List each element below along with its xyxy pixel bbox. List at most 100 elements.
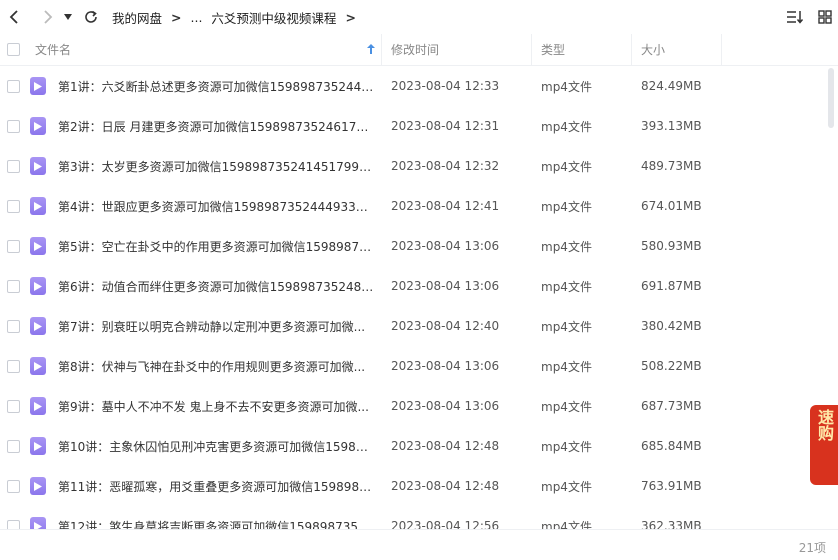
file-row[interactable]: 第3讲：太岁更多资源可加微信1598987352414517992.... 20…	[0, 146, 838, 186]
file-row[interactable]: 第2讲：日辰 月建更多资源可加微信1598987352461754... 202…	[0, 106, 838, 146]
file-size: 362.33MB	[641, 519, 702, 529]
row-icon-cell	[26, 317, 58, 335]
row-icon-cell	[26, 117, 58, 135]
file-name[interactable]: 第5讲：空亡在卦爻中的作用更多资源可加微信15989873...	[58, 238, 382, 255]
row-checkbox[interactable]	[6, 79, 20, 93]
file-size: 674.01MB	[641, 199, 702, 213]
file-name[interactable]: 第3讲：太岁更多资源可加微信1598987352414517992....	[58, 158, 382, 175]
file-name[interactable]: 第12讲：煞生身莫将吉断更多资源可加微信1598987352...	[58, 518, 382, 530]
column-header-name[interactable]: 文件名	[26, 33, 382, 66]
row-checkbox[interactable]	[6, 399, 20, 413]
column-header-time[interactable]: 修改时间	[382, 33, 532, 66]
video-file-icon	[30, 357, 46, 375]
row-checkbox[interactable]	[6, 119, 20, 133]
grid-icon	[818, 10, 832, 24]
select-all-checkbox[interactable]	[6, 43, 20, 56]
file-size: 380.42MB	[641, 319, 702, 333]
row-check-cell	[0, 359, 26, 373]
row-icon-cell	[26, 197, 58, 215]
file-name[interactable]: 第2讲：日辰 月建更多资源可加微信1598987352461754...	[58, 118, 382, 135]
file-name[interactable]: 第8讲：伏神与飞神在卦爻中的作用规则更多资源可加微...	[58, 358, 382, 375]
chevron-right-icon	[44, 10, 53, 24]
file-modified-time: 2023-08-04 13:06	[391, 399, 500, 413]
row-checkbox[interactable]	[6, 159, 20, 173]
history-dropdown[interactable]	[60, 4, 76, 30]
column-header-size[interactable]: 大小	[632, 33, 722, 66]
file-type: mp4文件	[541, 159, 592, 174]
row-checkbox[interactable]	[6, 439, 20, 453]
row-checkbox[interactable]	[6, 519, 20, 529]
play-icon	[34, 81, 42, 91]
breadcrumb-root[interactable]: 我的网盘	[112, 8, 162, 27]
view-grid-button[interactable]	[814, 6, 836, 28]
file-row[interactable]: 第4讲：世跟应更多资源可加微信159898735244493347... 202…	[0, 186, 838, 226]
status-footer: 21项	[0, 529, 838, 560]
file-name[interactable]: 第1讲：六爻断卦总述更多资源可加微信1598987352444...	[58, 78, 382, 95]
row-checkbox[interactable]	[6, 319, 20, 333]
promo-text: 速购	[815, 409, 834, 441]
file-modified-time: 2023-08-04 13:06	[391, 279, 500, 293]
file-name[interactable]: 第9讲：墓中人不冲不发 鬼上身不去不安更多资源可加微...	[58, 398, 382, 415]
sort-menu-button[interactable]	[784, 6, 806, 28]
file-row[interactable]: 第9讲：墓中人不冲不发 鬼上身不去不安更多资源可加微... 2023-08-04…	[0, 386, 838, 426]
sort-arrow-up-icon	[367, 43, 375, 54]
file-size: 580.93MB	[641, 239, 702, 253]
video-file-icon	[30, 117, 46, 135]
row-checkbox[interactable]	[6, 359, 20, 373]
file-size: 393.13MB	[641, 119, 702, 133]
row-icon-cell	[26, 277, 58, 295]
breadcrumb-separator-icon: >	[345, 9, 356, 25]
file-row[interactable]: 第12讲：煞生身莫将吉断更多资源可加微信1598987352... 2023-0…	[0, 506, 838, 529]
video-file-icon	[30, 157, 46, 175]
file-size: 687.73MB	[641, 399, 702, 413]
file-modified-time: 2023-08-04 12:33	[391, 79, 500, 93]
play-icon	[34, 281, 42, 291]
file-name[interactable]: 第10讲：主象休囚怕见刑冲克害更多资源可加微信15989...	[58, 438, 382, 455]
play-icon	[34, 241, 42, 251]
file-size: 685.84MB	[641, 439, 702, 453]
file-name[interactable]: 第7讲：别衰旺以明克合辨动静以定刑冲更多资源可加微...	[58, 318, 382, 335]
row-check-cell	[0, 319, 26, 333]
file-modified-time: 2023-08-04 13:06	[391, 359, 500, 373]
promo-floating-tab[interactable]: 速购	[810, 405, 838, 485]
scrollbar-thumb[interactable]	[828, 68, 834, 128]
row-checkbox[interactable]	[6, 199, 20, 213]
row-check-cell	[0, 79, 26, 93]
file-modified-time: 2023-08-04 12:48	[391, 439, 500, 453]
video-file-icon	[30, 437, 46, 455]
refresh-button[interactable]	[78, 4, 104, 30]
row-icon-cell	[26, 437, 58, 455]
file-name[interactable]: 第11讲：恶曜孤寒，用爻重叠更多资源可加微信1598987...	[58, 478, 382, 495]
column-header-size-label: 大小	[641, 43, 666, 57]
play-icon	[34, 201, 42, 211]
video-file-icon	[30, 237, 46, 255]
file-row[interactable]: 第1讲：六爻断卦总述更多资源可加微信1598987352444... 2023-…	[0, 66, 838, 106]
row-checkbox[interactable]	[6, 239, 20, 253]
file-row[interactable]: 第11讲：恶曜孤寒，用爻重叠更多资源可加微信1598987... 2023-08…	[0, 466, 838, 506]
sort-lines-icon	[787, 11, 804, 24]
file-type: mp4文件	[541, 79, 592, 94]
play-icon	[34, 441, 42, 451]
file-name[interactable]: 第4讲：世跟应更多资源可加微信159898735244493347...	[58, 198, 382, 215]
file-row[interactable]: 第5讲：空亡在卦爻中的作用更多资源可加微信15989873... 2023-08…	[0, 226, 838, 266]
breadcrumb-current[interactable]: 六爻预测中级视频课程	[211, 8, 336, 27]
column-header-type[interactable]: 类型	[532, 33, 632, 66]
play-icon	[34, 361, 42, 371]
file-type: mp4文件	[541, 239, 592, 254]
column-header-time-label: 修改时间	[391, 43, 440, 57]
file-type: mp4文件	[541, 199, 592, 214]
row-icon-cell	[26, 477, 58, 495]
back-button[interactable]	[2, 4, 28, 30]
row-checkbox[interactable]	[6, 479, 20, 493]
row-checkbox[interactable]	[6, 279, 20, 293]
file-name[interactable]: 第6讲：动值合而绊住更多资源可加微信1598987352483...	[58, 278, 382, 295]
file-modified-time: 2023-08-04 12:48	[391, 479, 500, 493]
video-file-icon	[30, 397, 46, 415]
header-check-cell	[0, 34, 26, 66]
file-row[interactable]: 第7讲：别衰旺以明克合辨动静以定刑冲更多资源可加微... 2023-08-04 …	[0, 306, 838, 346]
file-row[interactable]: 第6讲：动值合而绊住更多资源可加微信1598987352483... 2023-…	[0, 266, 838, 306]
forward-button[interactable]	[34, 4, 60, 30]
file-row[interactable]: 第10讲：主象休囚怕见刑冲克害更多资源可加微信15989... 2023-08-…	[0, 426, 838, 466]
breadcrumb-ellipsis[interactable]: ...	[191, 10, 203, 25]
file-row[interactable]: 第8讲：伏神与飞神在卦爻中的作用规则更多资源可加微... 2023-08-04 …	[0, 346, 838, 386]
